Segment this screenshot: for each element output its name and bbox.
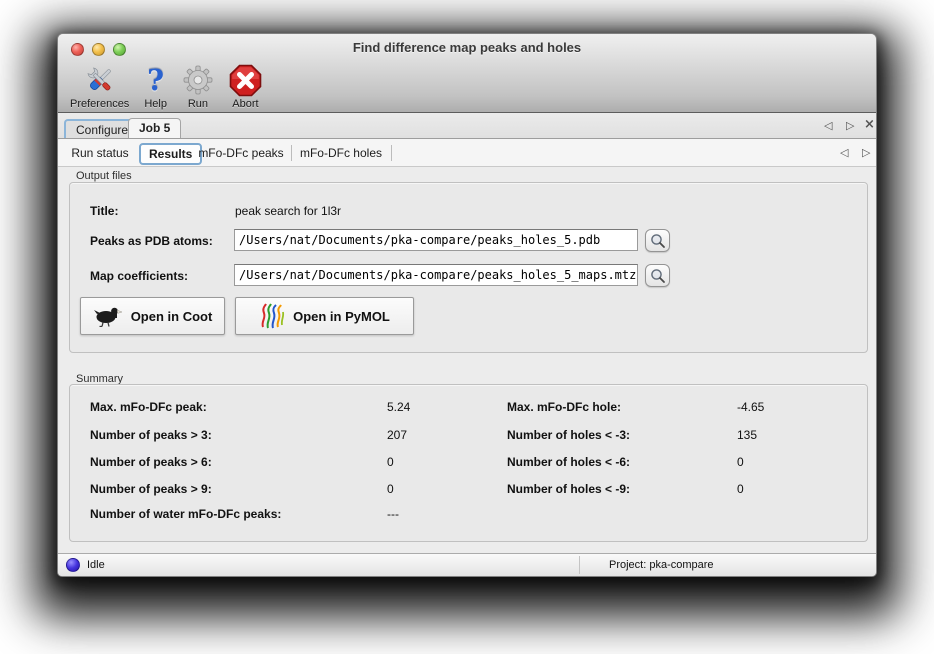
pymol-ribbon-icon: [259, 303, 285, 329]
summary-row: Number of peaks > 9: 0 Number of holes <…: [70, 482, 867, 502]
summary-row: Max. mFo-DFc peak: 5.24 Max. mFo-DFc hol…: [70, 400, 867, 420]
summary-value: -4.65: [737, 400, 764, 414]
open-in-coot-button[interactable]: Open in Coot: [80, 297, 225, 335]
tab-scroll-right-icon[interactable]: ▷: [846, 119, 854, 132]
title-field-value: peak search for 1l3r: [235, 204, 341, 218]
desktop-background: Find difference map peaks and holes: [0, 0, 934, 654]
status-bar: Idle Project: pka-compare: [58, 553, 876, 576]
pdb-browse-button[interactable]: [645, 229, 670, 252]
preferences-label: Preferences: [70, 98, 129, 110]
summary-row: Number of water mFo-DFc peaks: ---: [70, 507, 867, 527]
abort-icon: [229, 63, 262, 97]
summary-label: Max. mFo-DFc hole:: [507, 400, 621, 414]
summary-label: Number of peaks > 3:: [90, 428, 212, 442]
summary-label: Number of peaks > 9:: [90, 482, 212, 496]
status-indicator-icon: [66, 558, 80, 572]
tab-close-icon[interactable]: ×: [864, 117, 875, 132]
subtab-mfo-dfc-holes[interactable]: mFo-DFc holes: [299, 144, 383, 162]
subtab-scroll-left-icon[interactable]: ◁: [840, 146, 848, 159]
summary-label: Max. mFo-DFc peak:: [90, 400, 207, 414]
summary-value: 207: [387, 428, 407, 442]
summary-value: 0: [737, 482, 744, 496]
project-label: Project: pka-compare: [609, 559, 714, 571]
open-in-pymol-button[interactable]: Open in PyMOL: [235, 297, 414, 335]
pdb-field-label: Peaks as PDB atoms:: [90, 234, 213, 248]
title-bar[interactable]: Find difference map peaks and holes: [58, 34, 876, 61]
title-field-label: Title:: [90, 204, 118, 218]
help-button[interactable]: ? Help: [140, 63, 171, 110]
abort-label: Abort: [232, 98, 258, 110]
subtab-run-status[interactable]: Run status: [71, 144, 129, 162]
summary-label: Number of holes < -6:: [507, 455, 630, 469]
summary-row: Number of peaks > 6: 0 Number of holes <…: [70, 455, 867, 475]
abort-button[interactable]: Abort: [225, 63, 266, 110]
toolbar: Preferences ? Help: [66, 63, 266, 113]
summary-label: Number of peaks > 6:: [90, 455, 212, 469]
subtab-scroll-right-icon[interactable]: ▷: [862, 146, 870, 159]
magnifier-icon: [650, 233, 666, 249]
open-in-pymol-label: Open in PyMOL: [293, 309, 390, 324]
run-button[interactable]: Run: [178, 63, 218, 110]
subtab-mfo-dfc-peaks[interactable]: mFo-DFc peaks: [198, 144, 284, 162]
status-text: Idle: [87, 559, 105, 571]
summary-value: 135: [737, 428, 757, 442]
map-field-label: Map coefficients:: [90, 269, 188, 283]
tab-job-5-label: Job 5: [139, 121, 170, 135]
summary-label: Number of holes < -3:: [507, 428, 630, 442]
summary-label: Number of holes < -9:: [507, 482, 630, 496]
tab-job-5[interactable]: Job 5: [128, 118, 181, 138]
tools-icon: [83, 63, 117, 97]
tab-scroll-left-icon[interactable]: ◁: [824, 119, 832, 132]
results-panel: Output files Title: peak search for 1l3r…: [58, 167, 876, 553]
summary-row: Number of peaks > 3: 207 Number of holes…: [70, 428, 867, 448]
window-title: Find difference map peaks and holes: [58, 40, 876, 55]
open-in-coot-label: Open in Coot: [131, 309, 213, 324]
window-header: Find difference map peaks and holes: [58, 34, 876, 113]
summary-value: 5.24: [387, 400, 410, 414]
map-browse-button[interactable]: [645, 264, 670, 287]
summary-value: 0: [387, 455, 394, 469]
gear-icon: [182, 63, 214, 97]
subtab-separator: [291, 145, 292, 161]
summary-value: 0: [737, 455, 744, 469]
subtab-separator: [391, 145, 392, 161]
coot-bird-icon: [93, 305, 123, 327]
app-window: Find difference map peaks and holes: [57, 33, 877, 577]
help-icon: ?: [147, 63, 164, 97]
summary-value: ---: [387, 507, 399, 521]
summary-value: 0: [387, 482, 394, 496]
main-tab-bar: Configure Job 5 ◁ ▷ ×: [58, 113, 876, 139]
summary-label: Number of water mFo-DFc peaks:: [90, 507, 281, 521]
help-label: Help: [144, 98, 167, 110]
run-label: Run: [188, 98, 208, 110]
status-bar-divider: [579, 556, 580, 574]
sub-tab-bar: Run status Results mFo-DFc peaks mFo-DFc…: [58, 139, 876, 167]
pdb-path-input[interactable]: /Users/nat/Documents/pka-compare/peaks_h…: [234, 229, 638, 251]
magnifier-icon: [650, 268, 666, 284]
tab-configure-label: Configure: [76, 123, 128, 137]
output-files-group-label: Output files: [76, 170, 132, 182]
summary-groupbox: Max. mFo-DFc peak: 5.24 Max. mFo-DFc hol…: [69, 384, 868, 542]
preferences-button[interactable]: Preferences: [66, 63, 133, 110]
subtab-results[interactable]: Results: [139, 143, 202, 165]
map-path-input[interactable]: /Users/nat/Documents/pka-compare/peaks_h…: [234, 264, 638, 286]
output-files-groupbox: Title: peak search for 1l3r Peaks as PDB…: [69, 182, 868, 353]
